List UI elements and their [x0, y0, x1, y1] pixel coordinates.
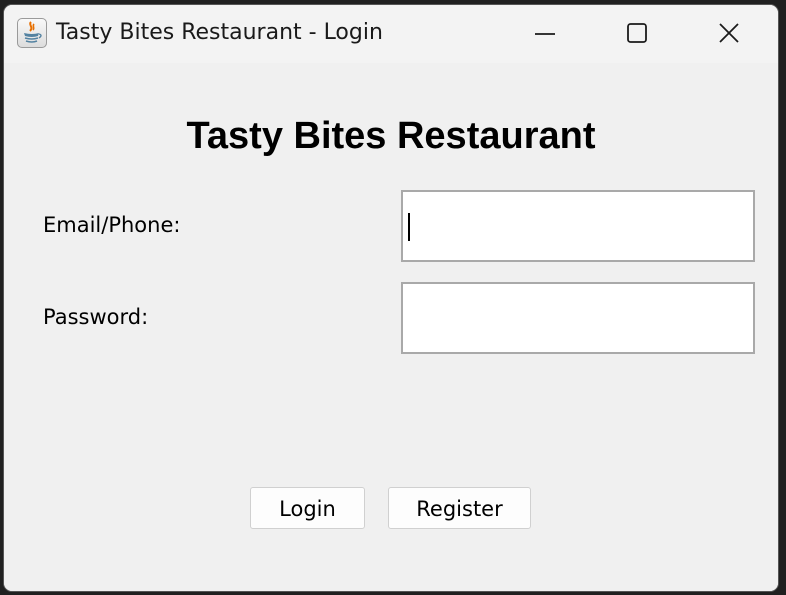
email-phone-input[interactable]: [401, 190, 755, 262]
page-title: Tasty Bites Restaurant: [186, 115, 596, 157]
java-coffee-cup-icon[interactable]: [17, 18, 47, 48]
register-button[interactable]: Register: [388, 487, 531, 529]
window-title: Tasty Bites Restaurant - Login: [56, 20, 383, 45]
title-bar[interactable]: Tasty Bites Restaurant - Login: [4, 5, 778, 63]
login-form: Tasty Bites Restaurant Email/Phone: Pass…: [4, 63, 778, 591]
maximize-button[interactable]: [593, 5, 683, 63]
minimize-button[interactable]: [501, 5, 591, 63]
password-label: Password:: [43, 305, 149, 329]
email-phone-label: Email/Phone:: [43, 213, 181, 237]
minimize-icon: [535, 33, 555, 35]
login-window: Tasty Bites Restaurant - Login Tasty Bit…: [4, 5, 778, 591]
close-icon: [719, 23, 739, 43]
close-button[interactable]: [685, 5, 775, 63]
password-input[interactable]: [401, 282, 755, 354]
maximize-icon: [627, 23, 647, 43]
text-caret: [408, 213, 410, 241]
login-button[interactable]: Login: [250, 487, 365, 529]
